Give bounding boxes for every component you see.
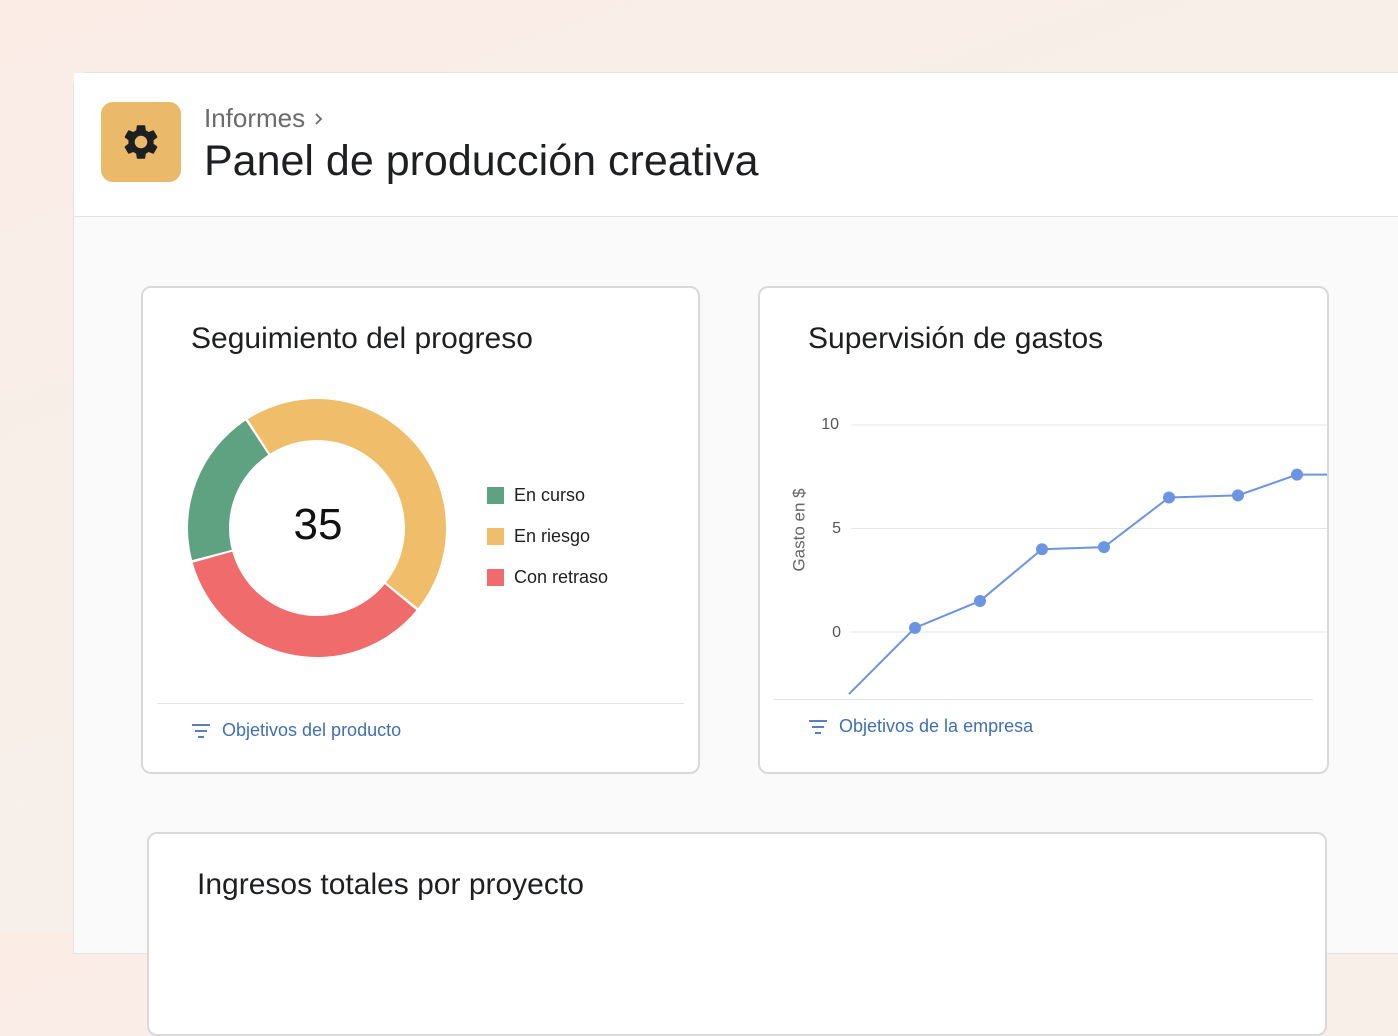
data-point [974, 594, 986, 607]
data-point [909, 621, 921, 634]
legend-item-en-riesgo: En riesgo [487, 516, 608, 557]
data-point [1098, 541, 1110, 554]
line-chart [848, 424, 1327, 695]
card-footer: Objetivos del producto [157, 703, 684, 772]
breadcrumb[interactable]: Informes [204, 103, 325, 134]
product-goals-label[interactable]: Objetivos del producto [222, 720, 401, 741]
page-title: Panel de producción creativa [204, 137, 759, 185]
company-goals-label[interactable]: Objetivos de la empresa [839, 716, 1033, 737]
donut-center-value: 35 [293, 500, 343, 549]
progress-card: Seguimiento del progreso 35 En curso En … [141, 286, 700, 774]
legend-label: Con retraso [514, 567, 609, 587]
company-goals-link[interactable]: Objetivos de la empresa [808, 716, 1033, 737]
product-goals-link[interactable]: Objetivos del producto [191, 720, 401, 741]
revenue-card: Ingresos totales por proyecto [147, 832, 1327, 1036]
page-header: Informes Panel de producción creativa [74, 73, 1398, 217]
report-window: Informes Panel de producción creativa Se… [73, 72, 1398, 1036]
data-point [1163, 491, 1175, 504]
legend-label: En curso [514, 485, 586, 505]
breadcrumb-informes[interactable]: Informes [204, 103, 305, 134]
dashboard-content: Seguimiento del progreso 35 En curso En … [74, 217, 1398, 1036]
legend-label: En riesgo [514, 526, 591, 546]
chart-legend: En curso En riesgo Con retraso [487, 475, 608, 598]
card-title: Seguimiento del progreso [191, 322, 533, 355]
card-footer: Objetivos de la empresa [774, 699, 1313, 772]
gear-icon [101, 102, 181, 182]
card-title: Ingresos totales por proyecto [197, 868, 584, 901]
data-point [1291, 468, 1303, 481]
legend-item-en-curso: En curso [487, 475, 608, 516]
legend-swatch [487, 487, 504, 504]
filter-icon [192, 723, 210, 738]
filter-icon [809, 719, 827, 734]
legend-swatch [487, 569, 504, 586]
legend-swatch [487, 528, 504, 545]
data-point [1036, 543, 1048, 556]
series-line [848, 473, 1327, 695]
expense-card: Supervisión de gastos 10 5 0 Gasto en $ … [758, 286, 1329, 774]
data-point [1232, 489, 1244, 502]
chevron-right-icon [313, 111, 325, 127]
donut-slice-con-retraso [192, 551, 417, 657]
legend-item-con-retraso: Con retraso [487, 557, 608, 598]
